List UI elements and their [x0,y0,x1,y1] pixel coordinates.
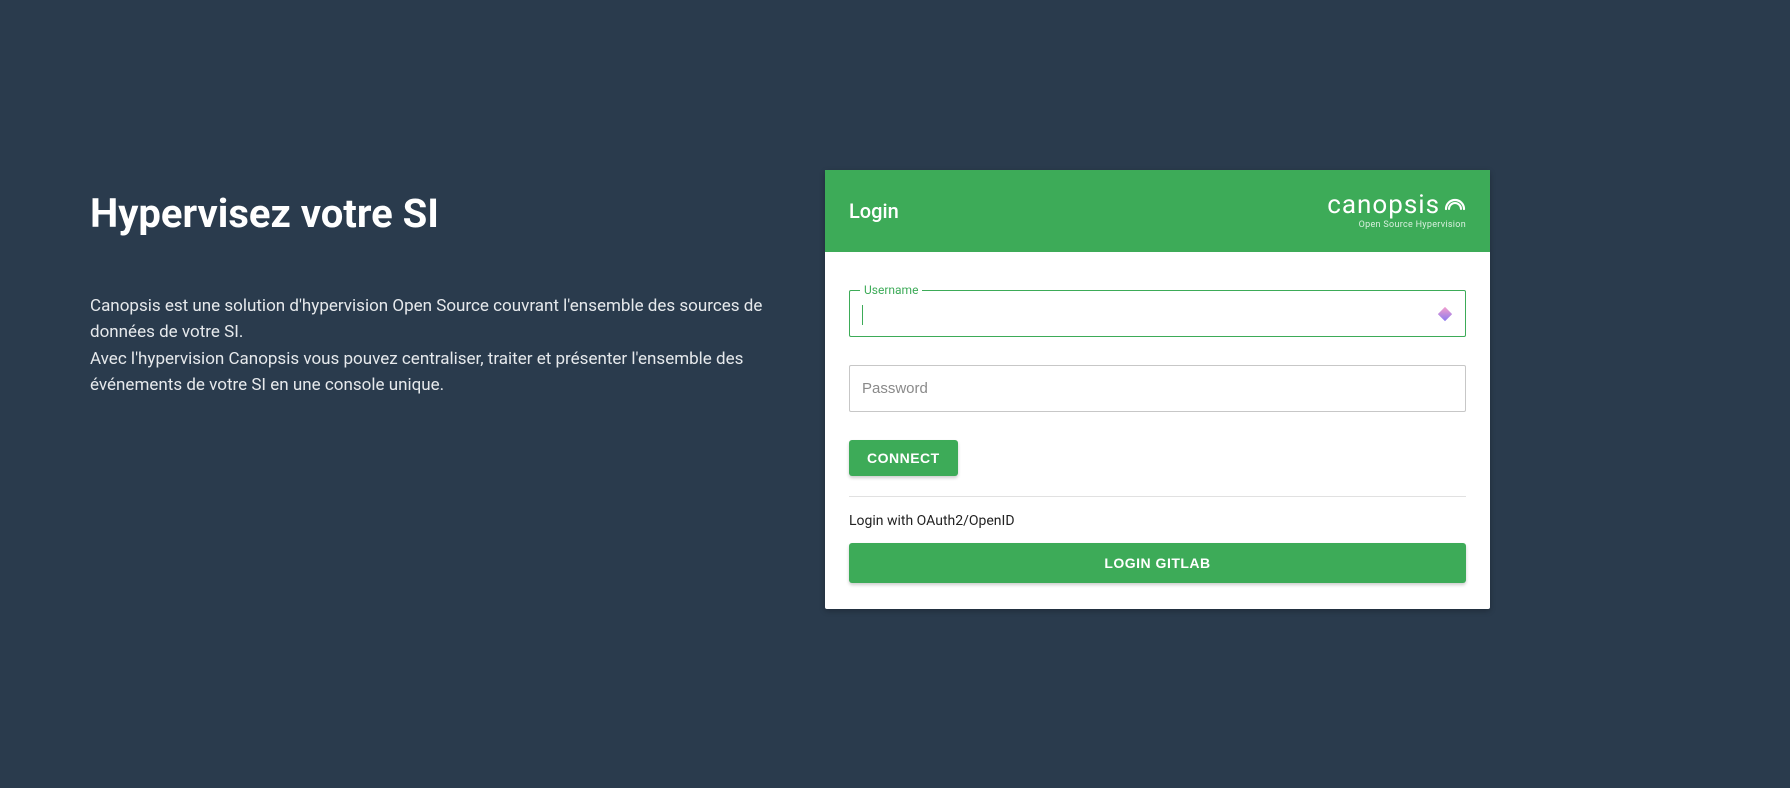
hero-title: Hypervisez votre SI [90,190,780,237]
login-card: Login canopsis Open Source Hypervision [825,170,1490,609]
brand-row: canopsis [1327,192,1466,218]
hero-section: Hypervisez votre SI Canopsis est une sol… [0,0,820,398]
login-title: Login [849,199,899,223]
brand-tagline: Open Source Hypervision [1359,221,1466,230]
username-field-wrap: Username [849,290,1466,337]
hero-paragraph-1: Canopsis est une solution d'hypervision … [90,293,780,346]
hero-paragraph-2: Avec l'hypervision Canopsis vous pouvez … [90,346,780,399]
section-divider [849,496,1466,497]
brand-name: canopsis [1327,192,1440,218]
login-card-header: Login canopsis Open Source Hypervision [825,170,1490,252]
brand-block: canopsis Open Source Hypervision [1327,192,1466,230]
username-input[interactable] [850,291,1465,336]
brand-arc-icon [1444,197,1466,214]
connect-button[interactable]: CONNECT [849,440,958,476]
login-card-body: Username [825,252,1490,609]
password-field-wrap [849,365,1466,412]
login-page: Hypervisez votre SI Canopsis est une sol… [0,0,1790,788]
username-label: Username [860,283,922,297]
password-input[interactable] [850,366,1465,411]
oauth-label: Login with OAuth2/OpenID [849,513,1466,529]
autofill-icon[interactable] [1437,306,1453,322]
login-gitlab-button[interactable]: LOGIN GITLAB [849,543,1466,583]
login-panel: Login canopsis Open Source Hypervision [825,0,1490,609]
